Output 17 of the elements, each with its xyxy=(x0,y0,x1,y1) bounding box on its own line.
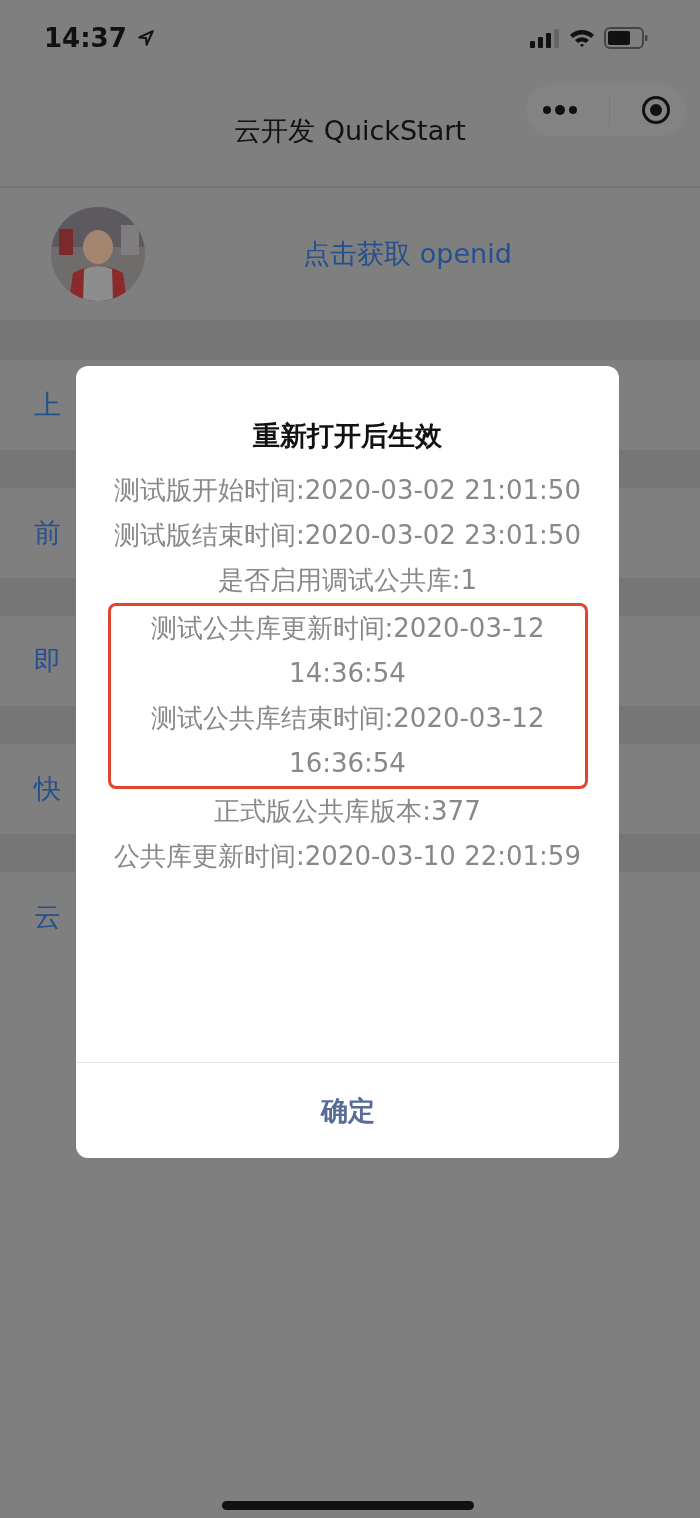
info-line: 测试版开始时间:2020-03-02 21:01:50 xyxy=(113,474,582,507)
more-icon[interactable] xyxy=(541,105,578,115)
info-line: 测试公共库更新时间:2020-03-12 14:36:54 xyxy=(149,612,546,690)
info-line: 测试公共库结束时间:2020-03-12 16:36:54 xyxy=(149,702,546,780)
battery-icon xyxy=(604,27,648,49)
info-line: 公共库更新时间:2020-03-10 22:01:59 xyxy=(113,840,582,873)
page-title: 云开发 QuickStart xyxy=(234,114,466,148)
close-target-icon[interactable] xyxy=(640,95,671,125)
info-line: 测试版结束时间:2020-03-02 23:01:50 xyxy=(113,519,582,552)
confirm-button[interactable]: 确定 xyxy=(76,1062,619,1158)
status-time: 14:37 xyxy=(44,23,127,53)
info-line: 是否启用调试公共库:1 xyxy=(216,564,479,597)
info-line: 正式版公共库版本:377 xyxy=(213,795,482,828)
location-arrow-icon xyxy=(136,29,155,47)
dialog-title: 重新打开后生效 xyxy=(253,419,442,453)
signal-icon xyxy=(530,28,560,48)
wifi-icon xyxy=(568,28,596,48)
